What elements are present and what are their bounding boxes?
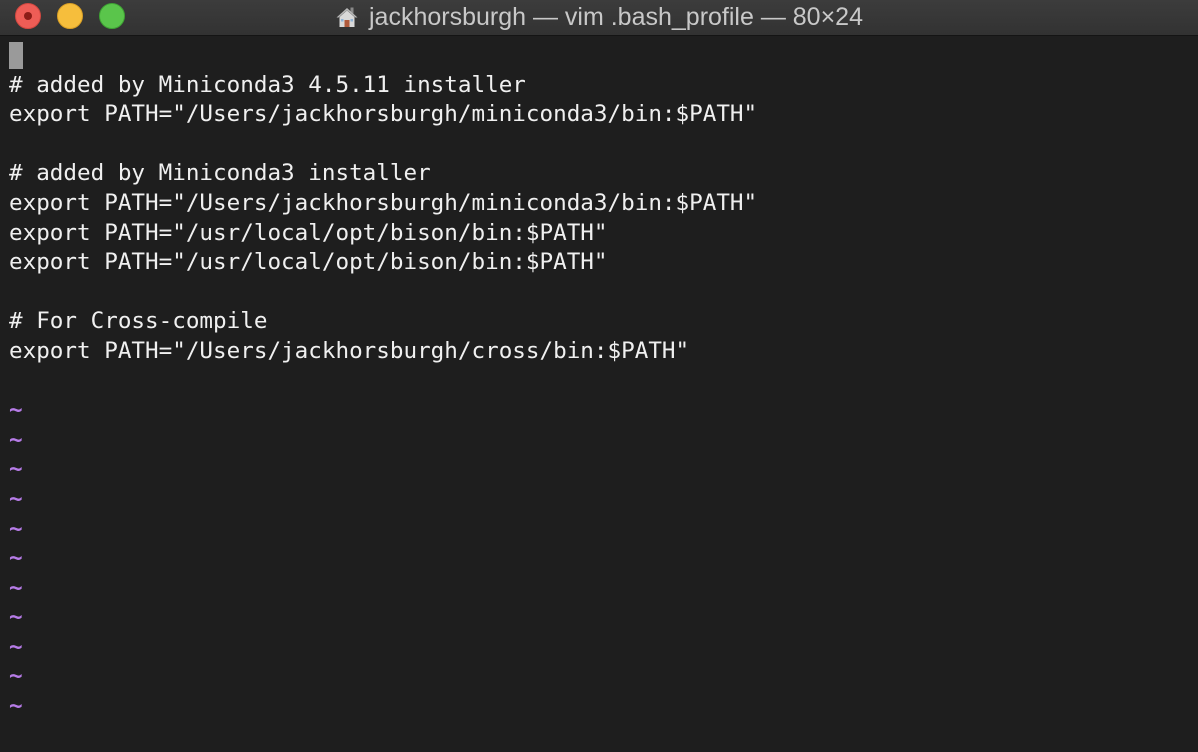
home-icon xyxy=(336,7,358,27)
buffer-line-2[interactable]: # added by Miniconda3 4.5.11 installer xyxy=(9,71,1198,101)
terminal-window: jackhorsburgh — vim .bash_profile — 80×2… xyxy=(0,0,1198,752)
vim-buffer[interactable]: # added by Miniconda3 4.5.11 installer e… xyxy=(0,36,1198,752)
empty-line-marker: ~ xyxy=(9,604,23,631)
buffer-line-8[interactable]: export PATH="/usr/local/opt/bison/bin:$P… xyxy=(9,248,1198,278)
buffer-line-7[interactable]: export PATH="/usr/local/opt/bison/bin:$P… xyxy=(9,219,1198,249)
empty-line-marker: ~ xyxy=(9,426,23,453)
buffer-line-9[interactable] xyxy=(9,278,1198,308)
empty-line-marker: ~ xyxy=(9,574,23,601)
buffer-line-4[interactable] xyxy=(9,130,1198,160)
buffer-line-10[interactable]: # For Cross-compile xyxy=(9,307,1198,337)
empty-line-marker: ~ xyxy=(9,545,23,572)
buffer-line-11[interactable]: export PATH="/Users/jackhorsburgh/cross/… xyxy=(9,337,1198,367)
buffer-line-6[interactable]: export PATH="/Users/jackhorsburgh/minico… xyxy=(9,189,1198,219)
empty-line-marker: ~ xyxy=(9,515,23,542)
empty-line-marker: ~ xyxy=(9,397,23,424)
empty-line-marker: ~ xyxy=(9,456,23,483)
buffer-line-12[interactable] xyxy=(9,367,1198,397)
window-title: jackhorsburgh — vim .bash_profile — 80×2… xyxy=(368,2,863,31)
empty-line-marker: ~ xyxy=(9,633,23,660)
empty-line-marker: ~ xyxy=(9,485,23,512)
buffer-line-1[interactable] xyxy=(9,41,1198,71)
title-bar[interactable]: jackhorsburgh — vim .bash_profile — 80×2… xyxy=(0,0,1198,36)
cursor xyxy=(9,42,23,69)
title-container: jackhorsburgh — vim .bash_profile — 80×2… xyxy=(0,0,1198,34)
buffer-line-3[interactable]: export PATH="/Users/jackhorsburgh/minico… xyxy=(9,100,1198,130)
empty-line-marker: ~ xyxy=(9,693,23,720)
empty-line-marker: ~ xyxy=(9,663,23,690)
buffer-line-5[interactable]: # added by Miniconda3 installer xyxy=(9,159,1198,189)
